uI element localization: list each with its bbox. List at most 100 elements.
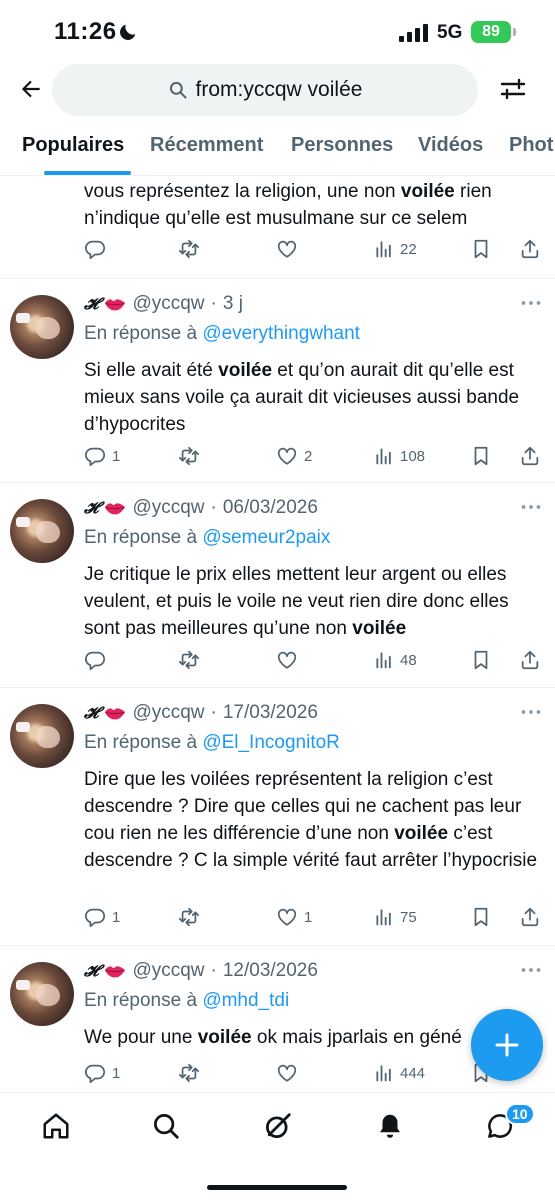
reply-button[interactable]: 1 — [84, 441, 120, 471]
retweet-icon — [178, 445, 200, 467]
views-button[interactable]: 75 — [374, 902, 417, 932]
tab-photos[interactable]: Phot — [509, 134, 553, 157]
mention-link[interactable]: @El_IncognitoR — [202, 732, 340, 753]
compose-button[interactable] — [471, 1009, 543, 1081]
share-button[interactable] — [519, 234, 541, 264]
user-handle[interactable]: @yccqw — [132, 293, 204, 315]
notifications-icon — [380, 1114, 400, 1138]
views-icon — [374, 446, 394, 466]
like-button[interactable] — [276, 234, 298, 264]
tweet-header: 𝓗 @yccqw · 12/03/2026 — [84, 960, 318, 982]
tweet[interactable]: 𝓗 @yccqw · 3 j En réponse à @everythingw… — [0, 279, 555, 483]
nav-notifications[interactable] — [373, 1109, 407, 1143]
bookmark-button[interactable] — [470, 645, 492, 675]
tweet[interactable]: 𝓗 @yccqw · 12/03/2026 En réponse à @mhd_… — [0, 946, 555, 1106]
share-button[interactable] — [519, 441, 541, 471]
tweet-header: 𝓗 @yccqw · 3 j — [84, 293, 243, 315]
share-button[interactable] — [519, 645, 541, 675]
like-button[interactable] — [276, 645, 298, 675]
reply-context: En réponse à @semeur2paix — [84, 527, 331, 548]
user-handle[interactable]: @yccqw — [132, 960, 204, 982]
bottom-navigation: 10 — [0, 1092, 555, 1200]
bookmark-icon — [470, 445, 492, 467]
nav-home[interactable] — [39, 1109, 73, 1143]
status-bar: 11:26 5G 89 — [0, 0, 555, 62]
separator: · — [210, 497, 217, 518]
more-icon[interactable] — [521, 966, 541, 974]
tweet[interactable]: 𝓗 @yccqw · 17/03/2026 En réponse à @El_I… — [0, 688, 555, 946]
bookmark-icon — [470, 238, 492, 260]
tweet[interactable]: vous représentez la religion, une non vo… — [0, 176, 555, 279]
tab-populaires[interactable]: Populaires — [22, 134, 124, 157]
views-button[interactable]: 444 — [374, 1058, 425, 1088]
retweet-button[interactable] — [178, 902, 200, 932]
reply-button[interactable]: 1 — [84, 902, 120, 932]
kiss-emoji-icon — [104, 501, 126, 515]
like-count: 1 — [304, 908, 313, 926]
reply-button[interactable] — [84, 645, 106, 675]
mention-link[interactable]: @mhd_tdi — [202, 990, 289, 1011]
avatar[interactable] — [10, 704, 74, 768]
views-button[interactable]: 22 — [374, 234, 417, 264]
bookmark-button[interactable] — [470, 441, 492, 471]
display-name[interactable]: 𝓗 — [84, 498, 98, 518]
tweet-actions: 1 2 108 — [84, 441, 541, 471]
like-icon — [276, 445, 298, 467]
kiss-emoji-icon — [104, 297, 126, 311]
views-button[interactable]: 108 — [374, 441, 425, 471]
battery-indicator: 89 — [471, 21, 511, 43]
bookmark-button[interactable] — [470, 234, 492, 264]
retweet-button[interactable] — [178, 441, 200, 471]
tab-personnes[interactable]: Personnes — [291, 134, 393, 157]
display-name[interactable]: 𝓗 — [84, 703, 98, 723]
grok-icon — [266, 1113, 291, 1138]
more-icon[interactable] — [521, 708, 541, 716]
nav-explore[interactable] — [149, 1109, 183, 1143]
reply-count: 1 — [112, 908, 121, 926]
like-button[interactable]: 1 — [276, 902, 312, 932]
retweet-icon — [178, 906, 200, 928]
bookmark-button[interactable] — [470, 902, 492, 932]
views-button[interactable]: 48 — [374, 645, 417, 675]
share-button[interactable] — [519, 902, 541, 932]
retweet-button[interactable] — [178, 645, 200, 675]
filter-button[interactable] — [496, 72, 530, 106]
tab-recemment[interactable]: Récemment — [150, 134, 263, 157]
reply-button[interactable]: 1 — [84, 1058, 120, 1088]
tweet[interactable]: 𝓗 @yccqw · 06/03/2026 En réponse à @seme… — [0, 483, 555, 688]
user-handle[interactable]: @yccqw — [132, 702, 204, 724]
tweet-header: 𝓗 @yccqw · 17/03/2026 — [84, 702, 318, 724]
search-input[interactable]: from:yccqw voilée — [52, 64, 478, 116]
more-icon[interactable] — [521, 503, 541, 511]
display-name[interactable]: 𝓗 — [84, 961, 98, 981]
nav-grok[interactable] — [261, 1109, 295, 1143]
mention-link[interactable]: @semeur2paix — [202, 527, 330, 548]
back-arrow-icon — [21, 80, 40, 98]
avatar[interactable] — [10, 962, 74, 1026]
display-name[interactable]: 𝓗 — [84, 294, 98, 314]
kiss-emoji-icon — [104, 964, 126, 978]
tab-videos[interactable]: Vidéos — [418, 134, 483, 157]
bookmark-icon — [470, 906, 492, 928]
reply-count: 1 — [112, 1064, 121, 1082]
tweet-actions: 1 444 — [84, 1058, 541, 1088]
status-time: 11:26 — [54, 18, 117, 45]
reply-button[interactable] — [84, 234, 106, 264]
avatar[interactable] — [10, 295, 74, 359]
separator: · — [210, 702, 217, 723]
like-count: 2 — [304, 447, 313, 465]
bookmark-icon — [470, 649, 492, 671]
tweet-date: 17/03/2026 — [222, 702, 318, 723]
like-button[interactable] — [276, 1058, 298, 1088]
tweet-text: Si elle avait été voilée et qu’on aurait… — [84, 360, 520, 435]
battery-tip — [513, 28, 516, 36]
avatar[interactable] — [10, 499, 74, 563]
user-handle[interactable]: @yccqw — [132, 497, 204, 519]
kiss-emoji-icon — [104, 706, 126, 720]
back-button[interactable] — [14, 72, 48, 106]
like-button[interactable]: 2 — [276, 441, 312, 471]
retweet-button[interactable] — [178, 234, 200, 264]
more-icon[interactable] — [521, 299, 541, 307]
retweet-button[interactable] — [178, 1058, 200, 1088]
mention-link[interactable]: @everythingwhant — [202, 323, 360, 344]
